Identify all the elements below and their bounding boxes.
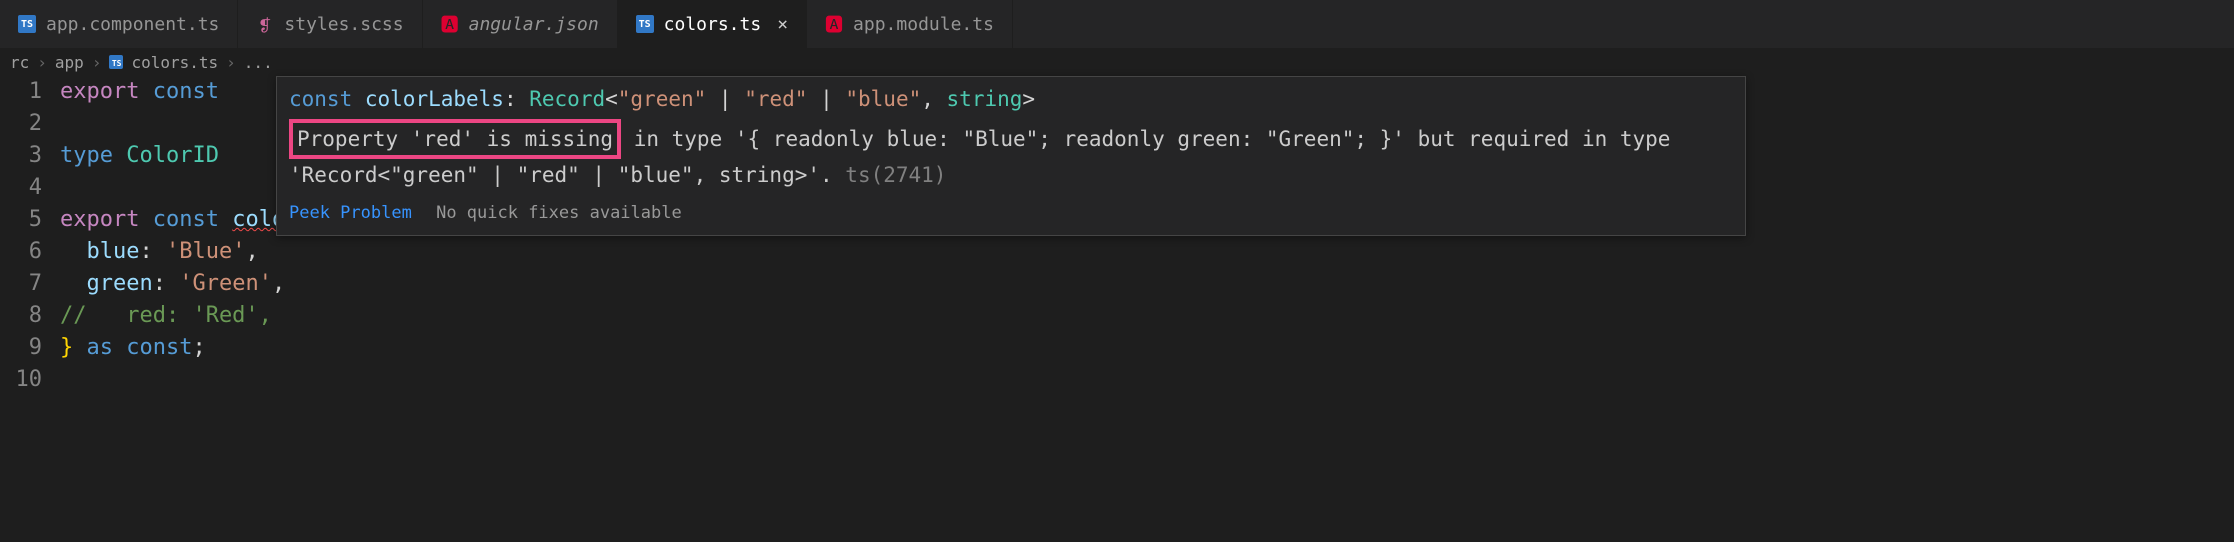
hover-error-message: Property 'red' is missing in type '{ rea… xyxy=(289,119,1733,191)
punctuation: > xyxy=(1022,87,1035,111)
punctuation: : xyxy=(504,87,529,111)
typescript-icon: TS xyxy=(109,55,123,69)
tab-label: angular.json xyxy=(469,14,599,35)
angular-icon: 🅰 xyxy=(441,15,459,33)
breadcrumb-part: rc xyxy=(10,53,29,72)
type: Record xyxy=(529,87,605,111)
identifier: colorLabels xyxy=(365,87,504,111)
keyword: type xyxy=(60,143,113,168)
typescript-icon: TS xyxy=(636,15,654,33)
tab-app-component[interactable]: TS app.component.ts xyxy=(0,0,238,48)
punctuation: | xyxy=(706,87,744,111)
chevron-right-icon: › xyxy=(226,53,236,72)
string: "blue" xyxy=(845,87,921,111)
type: string xyxy=(947,87,1023,111)
punctuation: < xyxy=(605,87,618,111)
property: green xyxy=(87,271,153,296)
keyword: const xyxy=(153,207,219,232)
code-line: // red: 'Red', xyxy=(60,300,2234,332)
typescript-icon: TS xyxy=(18,15,36,33)
breadcrumb-part: ... xyxy=(244,53,273,72)
line-number: 9 xyxy=(0,332,42,364)
hover-tooltip: const colorLabels: Record<"green" | "red… xyxy=(276,76,1746,236)
hover-signature: const colorLabels: Record<"green" | "red… xyxy=(289,83,1733,115)
error-highlight: Property 'red' is missing xyxy=(289,119,621,159)
editor[interactable]: 1 2 3 4 5 6 7 8 9 10 export const type C… xyxy=(0,76,2234,396)
close-icon[interactable]: × xyxy=(777,14,788,35)
no-quick-fix-label: No quick fixes available xyxy=(436,203,682,223)
line-number: 1 xyxy=(0,76,42,108)
breadcrumb-part: colors.ts xyxy=(131,53,218,72)
keyword: const xyxy=(126,335,192,360)
line-number: 5 xyxy=(0,204,42,236)
line-number: 10 xyxy=(0,364,42,396)
tab-label: app.module.ts xyxy=(853,14,994,35)
tab-angular-json[interactable]: 🅰 angular.json xyxy=(423,0,618,48)
tab-label: styles.scss xyxy=(284,14,403,35)
property: blue xyxy=(87,239,140,264)
code-line xyxy=(60,364,2234,396)
keyword: as xyxy=(87,335,114,360)
keyword: export xyxy=(60,207,139,232)
scss-icon: ❡ xyxy=(256,15,274,33)
hover-actions: Peek Problem No quick fixes available xyxy=(289,197,1733,229)
line-number: 7 xyxy=(0,268,42,300)
tab-bar: TS app.component.ts ❡ styles.scss 🅰 angu… xyxy=(0,0,2234,48)
tab-styles[interactable]: ❡ styles.scss xyxy=(238,0,422,48)
punctuation: | xyxy=(807,87,845,111)
line-number: 8 xyxy=(0,300,42,332)
error-code: ts(2741) xyxy=(833,163,947,187)
tab-app-module[interactable]: 🅰 app.module.ts xyxy=(807,0,1013,48)
string: "green" xyxy=(618,87,707,111)
peek-problem-link[interactable]: Peek Problem xyxy=(289,203,412,223)
chevron-right-icon: › xyxy=(92,53,102,72)
type-identifier: ColorID xyxy=(126,143,219,168)
angular-icon: 🅰 xyxy=(825,15,843,33)
keyword: const xyxy=(153,79,219,104)
string-literal: 'Blue' xyxy=(166,239,245,264)
string: "red" xyxy=(744,87,807,111)
code-line: green: 'Green', xyxy=(60,268,2234,300)
string-literal: 'Green' xyxy=(179,271,272,296)
code-line: blue: 'Blue', xyxy=(60,236,2234,268)
code-area[interactable]: export const type ColorID export const c… xyxy=(60,76,2234,396)
code-line: } as const; xyxy=(60,332,2234,364)
line-number: 6 xyxy=(0,236,42,268)
keyword: const xyxy=(289,87,352,111)
comment: // red: 'Red', xyxy=(60,303,272,328)
tab-colors[interactable]: TS colors.ts × xyxy=(618,0,807,48)
line-number: 3 xyxy=(0,140,42,172)
line-number: 2 xyxy=(0,108,42,140)
brace: } xyxy=(60,335,73,360)
chevron-right-icon: › xyxy=(37,53,47,72)
breadcrumb-part: app xyxy=(55,53,84,72)
line-gutter: 1 2 3 4 5 6 7 8 9 10 xyxy=(0,76,60,396)
punctuation: , xyxy=(921,87,946,111)
line-number: 4 xyxy=(0,172,42,204)
keyword: export xyxy=(60,79,139,104)
tab-label: app.component.ts xyxy=(46,14,219,35)
breadcrumb[interactable]: rc › app › TS colors.ts › ... xyxy=(0,48,2234,76)
tab-label: colors.ts xyxy=(664,14,762,35)
